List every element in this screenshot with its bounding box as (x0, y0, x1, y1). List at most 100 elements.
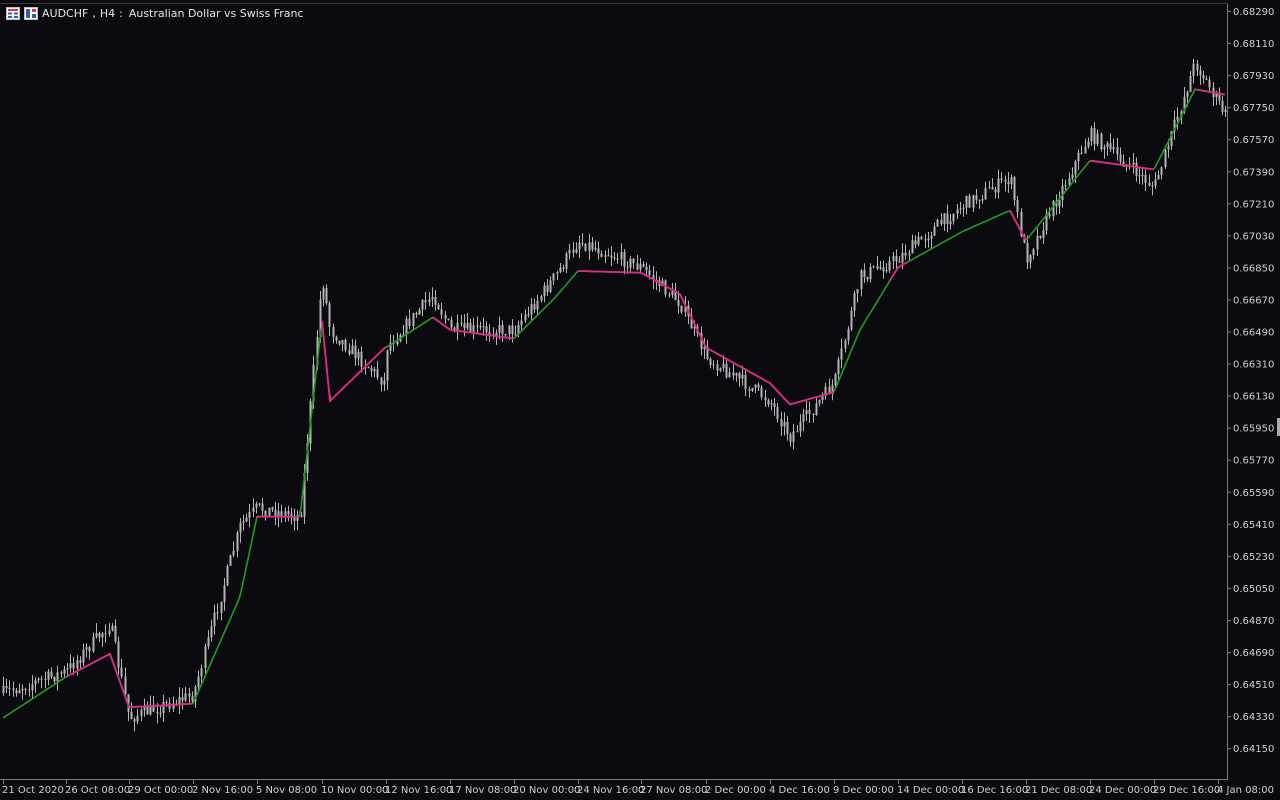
candle-body (1016, 199, 1019, 212)
candle-body (1151, 185, 1154, 187)
candle-body (1013, 177, 1016, 200)
candle-body (584, 243, 587, 251)
candle-body (479, 326, 482, 328)
expert-advisor-icon[interactable] (24, 6, 38, 20)
candle-body (568, 249, 571, 254)
candle-body (882, 267, 885, 272)
candle-body (50, 671, 53, 677)
candle-body (232, 550, 235, 556)
candle-body (354, 345, 357, 359)
price-axis-label: 0.65230 (1233, 552, 1274, 563)
candle-body (1221, 100, 1224, 112)
candle-body (1068, 178, 1071, 185)
candle-body (1176, 116, 1179, 120)
time-axis-label: 4 Jan 08:00 (1217, 785, 1274, 796)
candle-body (1058, 199, 1061, 207)
candle-body (450, 319, 453, 328)
moving-average-layer (2, 88, 1226, 719)
candle-body (24, 689, 27, 691)
candle-body (245, 517, 248, 522)
candle-body (69, 663, 72, 669)
candle-body (447, 319, 450, 321)
candle-body (757, 384, 760, 388)
candle-body (581, 242, 584, 244)
candle-body (850, 310, 853, 330)
time-axis-labels: 21 Oct 2020 26 Oct 08:0029 Oct 00:002 Nov… (2, 779, 1274, 796)
candle-body (1039, 235, 1042, 238)
candle-body (552, 273, 555, 281)
candle-body (341, 340, 344, 345)
menu-grid-icon[interactable] (6, 6, 20, 20)
candle-body (264, 510, 267, 517)
candle-body (412, 313, 415, 327)
candle-body (56, 672, 59, 682)
candle-body (357, 351, 360, 359)
candle-body (812, 413, 815, 415)
candle-body (1036, 235, 1039, 250)
candle-body (380, 377, 383, 385)
candle-body (770, 403, 773, 405)
candle-body (591, 242, 594, 250)
candle-body (1061, 185, 1064, 200)
candle-body (997, 178, 1000, 193)
chart-window[interactable]: 0.68290 0.68110 0.67930 0.67750 0.67570 0.673… (0, 0, 1280, 800)
candle-body (1144, 174, 1147, 183)
candle-body (53, 676, 56, 682)
candle-body (133, 719, 136, 722)
candle-body (37, 678, 40, 681)
candle-body (415, 313, 418, 315)
candle-body (872, 265, 875, 267)
candle-body (373, 369, 376, 372)
candle-body (63, 669, 66, 674)
candle-body (668, 294, 671, 296)
candle-body (236, 532, 239, 551)
candle-body (508, 325, 511, 335)
candle-body (716, 364, 719, 371)
time-axis-label: 10 Nov 00:00 (321, 785, 388, 796)
candle-body (920, 236, 923, 240)
candle-body (847, 329, 850, 341)
price-chart[interactable]: 0.68290 0.68110 0.67930 0.67750 0.67570 0.673… (0, 0, 1280, 800)
candle-body (597, 248, 600, 254)
candle-body (293, 517, 296, 521)
candle-body (418, 309, 421, 315)
candle-body (892, 256, 895, 261)
candle-body (1199, 70, 1202, 76)
candle-body (1010, 177, 1013, 185)
candle-body (642, 264, 645, 267)
candle-body (242, 521, 245, 523)
candle-body (936, 219, 939, 227)
candle-body (501, 325, 504, 335)
candle-body (876, 265, 879, 269)
candle-body (1202, 75, 1205, 79)
candle-body (853, 293, 856, 311)
candle-body (792, 431, 795, 442)
candle-body (1109, 143, 1112, 150)
candle-body (543, 285, 546, 297)
candle-body (888, 260, 891, 271)
candle-body (933, 226, 936, 236)
candle-body (229, 555, 232, 566)
candle-body (719, 368, 722, 371)
candle-body (31, 684, 34, 691)
candle-body (1064, 184, 1067, 186)
candle-body (680, 305, 683, 313)
candle-body (783, 421, 786, 427)
candle-body (536, 300, 539, 310)
moving-average-line (2, 88, 1226, 719)
candle-body (968, 195, 971, 208)
candle-body (165, 702, 168, 704)
candle-body (815, 403, 818, 415)
candle-body (47, 671, 50, 680)
candle-body (1192, 63, 1195, 77)
candle-body (220, 601, 223, 613)
candle-body (255, 503, 258, 508)
candle-body (1026, 242, 1029, 263)
price-axis-label: 0.64690 (1233, 648, 1274, 659)
candle-body (325, 288, 328, 304)
candle-body (613, 257, 616, 259)
price-axis-label: 0.67930 (1233, 71, 1274, 82)
candle-body (549, 280, 552, 292)
candle-body (972, 195, 975, 208)
candle-body (914, 240, 917, 245)
